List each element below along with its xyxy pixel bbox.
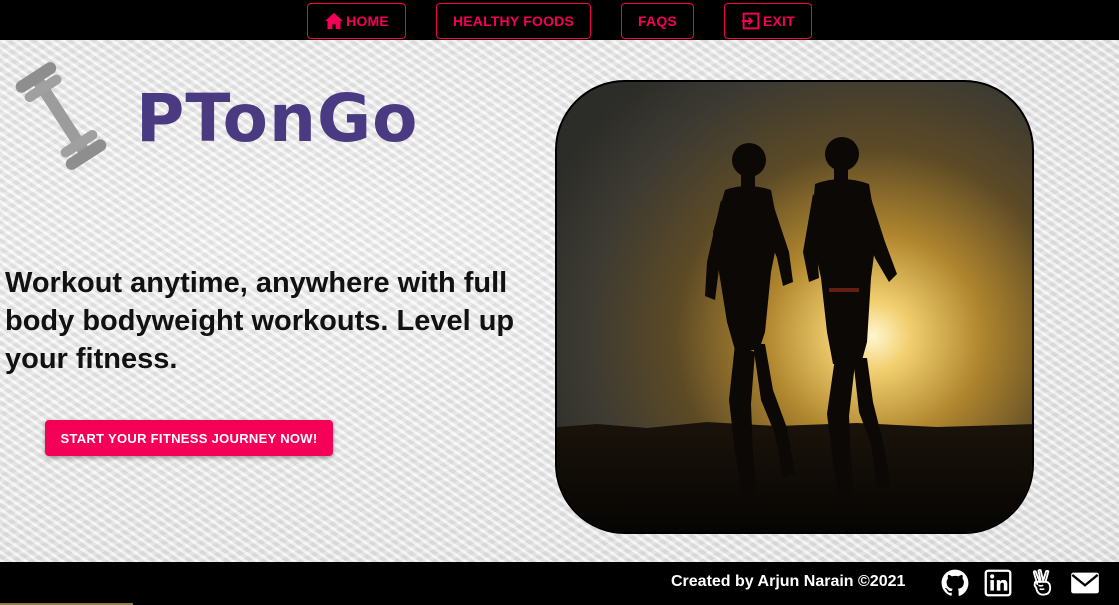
faqs-button[interactable]: FAQS — [621, 2, 694, 39]
hero-section: PTonGo Workout anytime, anywhere with fu… — [0, 40, 1119, 562]
footer-credit: Created by Arjun Narain ©2021 — [671, 573, 906, 590]
email-link[interactable] — [1070, 568, 1100, 598]
runners-silhouette-image — [557, 82, 1032, 532]
hero-photo — [555, 80, 1034, 534]
linkedin-icon — [984, 569, 1012, 597]
start-journey-button[interactable]: START YOUR FITNESS JOURNEY NOW! — [45, 420, 333, 456]
brand-title: PTonGo — [136, 80, 419, 157]
angellist-link[interactable] — [1027, 568, 1057, 598]
email-icon — [1071, 572, 1099, 594]
github-link[interactable] — [940, 568, 970, 598]
healthy-foods-label: HEALTHY FOODS — [452, 12, 575, 29]
home-button[interactable]: HOME — [307, 2, 406, 39]
home-icon — [325, 12, 344, 29]
linkedin-link[interactable] — [983, 568, 1013, 598]
exit-icon — [741, 12, 760, 29]
dumbbell-icon — [15, 62, 107, 170]
github-icon — [941, 569, 969, 596]
top-nav: HOME HEALTHY FOODS FAQS EXIT — [0, 0, 1119, 40]
faqs-label: FAQS — [638, 12, 677, 29]
angellist-icon — [1032, 569, 1052, 596]
footer: Created by Arjun Narain ©2021 — [0, 562, 1119, 605]
exit-label: EXIT — [762, 12, 795, 29]
exit-button[interactable]: EXIT — [723, 2, 812, 39]
hero-tagline: Workout anytime, anywhere with full body… — [5, 267, 515, 375]
home-label: HOME — [346, 12, 389, 29]
healthy-foods-button[interactable]: HEALTHY FOODS — [435, 2, 592, 39]
